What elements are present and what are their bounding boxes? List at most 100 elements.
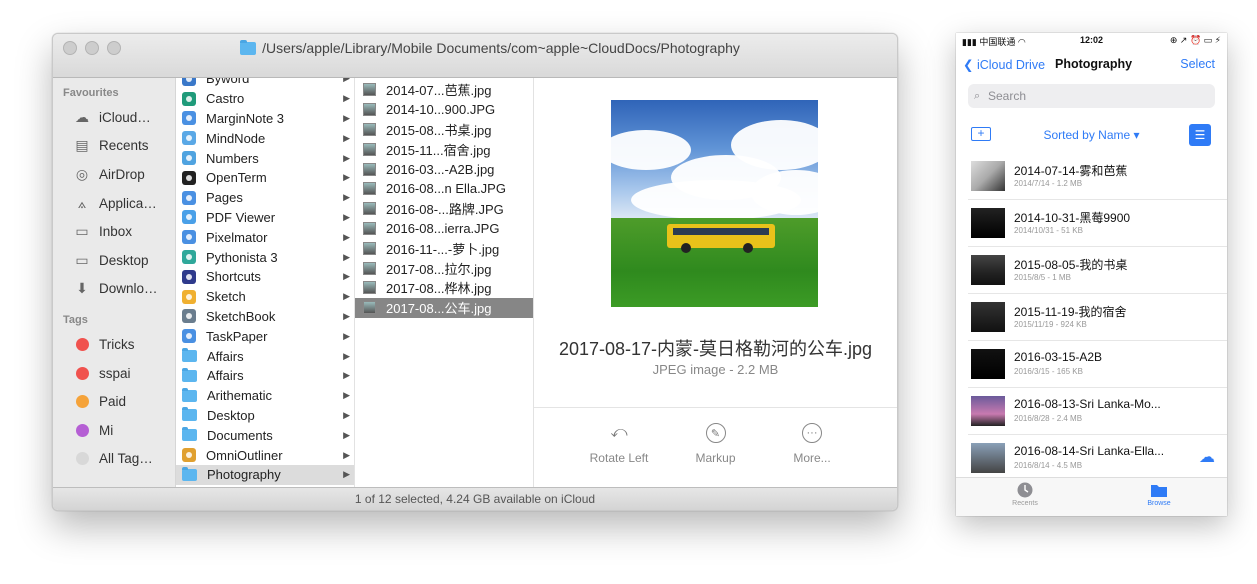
column-item[interactable]: Pages ▶ [176,188,354,208]
file-item[interactable]: 2016-08-...路牌.JPG [355,199,533,219]
rotate-left-button[interactable]: ⤺ Rotate Left [574,423,664,465]
folder-icon [182,348,197,363]
column-item[interactable]: Sketch ▶ [176,287,354,307]
cloud-download-icon[interactable]: ☁ [1199,447,1215,467]
sidebar-item-label: Recents [99,138,149,154]
sidebar-tag[interactable]: sspai [53,359,175,388]
search-icon: ⌕ [974,90,981,102]
file-item[interactable]: 2016-08...ierra.JPG [355,219,533,239]
column-item[interactable]: MindNode ▶ [176,128,354,148]
list-view-button[interactable]: ☰ [1189,124,1211,146]
image-file-icon [363,142,376,156]
airdrop-icon: ◎ [75,165,89,182]
file-thumbnail [971,349,1005,379]
tab-browse[interactable]: Browse [1129,482,1189,507]
file-item[interactable]: 2015-08...书桌.jpg [355,120,533,140]
more-button[interactable]: ··· More... [767,423,857,465]
column-item[interactable]: SketchBook ▶ [176,307,354,327]
file-item[interactable]: 2014-10...900.JPG [355,100,533,120]
app-folder-icon [182,448,196,463]
column-item[interactable]: Shortcuts ▶ [176,267,354,287]
markup-button[interactable]: ✎ Markup [671,423,761,465]
column-item[interactable]: Pythonista 3 ▶ [176,247,354,267]
disclosure-arrow-icon: ▶ [343,310,350,321]
app-folder-icon [182,170,196,185]
column-item[interactable]: Documents ▶ [176,425,354,445]
file-item-label: 2015-11...宿舍.jpg [386,142,491,158]
file-name: 2014-10-31-黑莓9900 [1014,211,1131,225]
file-item-label: 2017-08...拉尔.jpg [386,261,492,277]
tab-recents[interactable]: Recents [995,482,1055,507]
select-button[interactable]: Select [1180,57,1215,71]
close-window-button[interactable] [63,41,77,55]
file-row[interactable]: 2015-11-19-我的宿舍 2015/11/19 - 924 KB [968,294,1227,341]
column-item[interactable]: OpenTerm ▶ [176,168,354,188]
sidebar-item-desktop[interactable]: ▭ Desktop [53,246,175,275]
column-item[interactable]: Numbers ▶ [176,148,354,168]
sidebar-item-airdrop[interactable]: ◎ AirDrop [53,160,175,189]
disclosure-arrow-icon: ▶ [343,429,350,440]
file-meta: 2016/8/28 - 2.4 MB [1014,414,1083,423]
column-item[interactable]: Arithematic ▶ [176,386,354,406]
sidebar-tag-label: All Tag… [99,451,153,467]
column-item-label: Affairs [207,368,244,384]
column-view-apps: Byword ▶ Castro ▶ MarginNote 3 ▶ MindNode ▶ Numb… [176,78,355,487]
app-folder-icon [182,309,196,324]
disclosure-arrow-icon: ▶ [343,132,350,143]
file-row[interactable]: 2015-08-05-我的书桌 2015/8/5 - 1 MB [968,247,1227,294]
file-item[interactable]: 2017-08...桦林.jpg [355,278,533,298]
sort-button[interactable]: Sorted by Name ▾ [956,128,1227,142]
zoom-window-button[interactable] [107,41,121,55]
file-item[interactable]: 2015-11...宿舍.jpg [355,139,533,159]
column-item-label: OpenTerm [206,170,267,186]
file-item[interactable]: 2017-08...拉尔.jpg [355,258,533,278]
sidebar-item-downloads[interactable]: ⬇ Downlo… [53,275,175,304]
file-row[interactable]: 2014-10-31-黑莓9900 2014/10/31 - 51 KB [968,200,1227,247]
sidebar-item-applications[interactable]: ⟑ Applica… [53,189,175,218]
column-item[interactable]: TaskPaper ▶ [176,326,354,346]
column-item[interactable]: Byword ▶ [176,78,354,89]
sidebar-tag[interactable]: Mi [53,416,175,445]
file-item[interactable]: 2016-03...-A2B.jpg [355,159,533,179]
column-item[interactable]: Affairs ▶ [176,346,354,366]
sidebar-tag[interactable]: Tricks [53,330,175,359]
column-item[interactable]: MarginNote 3 ▶ [176,109,354,129]
column-item[interactable]: OmniOutliner ▶ [176,445,354,465]
file-item[interactable]: 2016-11-...-萝卜.jpg [355,238,533,258]
sidebar-tag[interactable]: Paid [53,387,175,416]
file-row[interactable]: 2016-03-15-A2B 2016/3/15 - 165 KB [968,341,1227,388]
column-item[interactable]: PDF Viewer ▶ [176,208,354,228]
sidebar-item-icloud[interactable]: ☁ iCloud… [53,103,175,132]
iphone-files-app: ▮▮▮ 中国联通 ◠ 12:02 ⊕ ↗ ⏰ ▭ ⚡ ❮ iCloud Driv… [956,33,1227,516]
chevron-left-icon: ❮ [963,58,977,72]
file-meta: 2016/8/14 - 4.5 MB [1014,461,1083,470]
disclosure-arrow-icon: ▶ [343,112,350,123]
column-item[interactable]: Desktop ▶ [176,406,354,426]
file-row[interactable]: 2016-08-13-Sri Lanka-Mo... 2016/8/28 - 2.… [968,388,1227,435]
column-item[interactable]: Affairs ▶ [176,366,354,386]
column-item[interactable]: Pixelmator ▶ [176,227,354,247]
minimize-window-button[interactable] [85,41,99,55]
file-item-label: 2015-08...书桌.jpg [386,122,492,138]
file-row[interactable]: 2014-07-14-雾和芭蕉 2014/7/14 - 1.2 MB [968,153,1227,200]
column-item[interactable]: Castro ▶ [176,89,354,109]
tag-color-dot [76,452,89,466]
file-item[interactable]: 2017-08...公车.jpg [355,297,533,318]
file-item[interactable]: 2014-07...芭蕉.jpg [355,80,533,100]
back-button[interactable]: ❮ iCloud Drive [963,57,1045,72]
status-bar: 1 of 12 selected, 4.24 GB available on i… [53,487,897,510]
file-thumbnail [971,302,1005,332]
file-row[interactable]: 2016-08-14-Sri Lanka-Ella... 2016/8/14 - … [968,435,1227,482]
sidebar-item-inbox[interactable]: ▭ Inbox [53,217,175,246]
column-item-label: Pages [206,190,243,206]
sidebar-item-label: Applica… [99,195,157,211]
title-bar: /Users/apple/Library/Mobile Documents/co… [53,34,897,78]
sidebar-item-recents[interactable]: ▤ Recents [53,132,175,161]
disclosure-arrow-icon: ▶ [343,469,350,480]
file-item[interactable]: 2016-08...n Ella.JPG [355,179,533,199]
sidebar-tag[interactable]: All Tag… [53,445,175,474]
column-item[interactable]: Photography ▶ [176,464,354,485]
file-name: 2014-07-14-雾和芭蕉 [1014,164,1128,178]
file-thumbnail [971,208,1005,238]
search-field[interactable]: ⌕ Search [968,84,1215,108]
